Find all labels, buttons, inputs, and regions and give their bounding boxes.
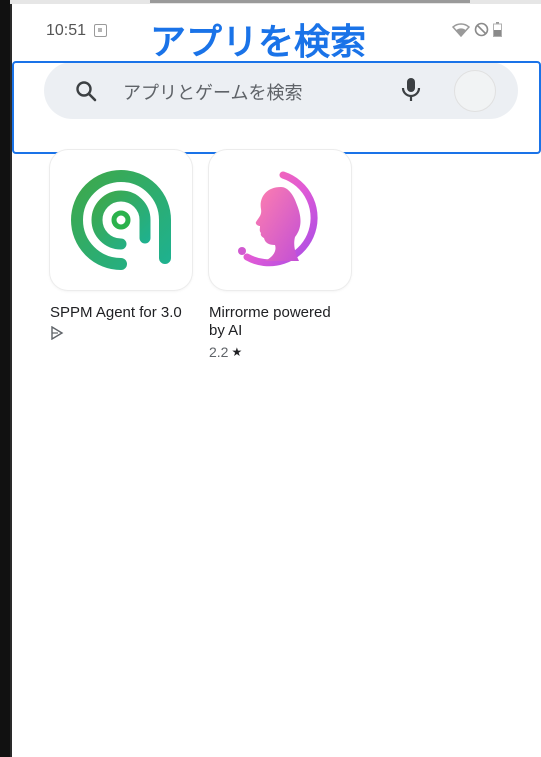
mirrorme-app-icon[interactable]	[209, 150, 351, 290]
app-meta	[50, 326, 196, 340]
notification-icon	[94, 24, 107, 37]
do-not-disturb-icon	[474, 22, 489, 37]
app-meta: 2.2 ★	[209, 344, 355, 360]
status-icons	[452, 22, 502, 37]
app-title: SPPM Agent for 3.0	[50, 304, 182, 321]
mirrorme-logo-icon	[238, 171, 318, 267]
app-title: Mirrorme powered by AI	[209, 304, 331, 339]
app-tile-mirrorme[interactable]: Mirrorme powered by AI 2.2 ★	[209, 150, 355, 360]
sppm-app-icon[interactable]	[50, 150, 192, 290]
battery-icon	[493, 22, 502, 37]
highlight-box	[12, 61, 541, 154]
app-rating: 2.2	[209, 344, 229, 360]
top-edge-shadow	[150, 0, 470, 3]
play-protect-icon	[51, 326, 64, 340]
star-icon: ★	[231, 345, 243, 359]
status-time: 10:51	[46, 22, 87, 39]
device-bezel	[0, 0, 10, 757]
annotation-label: アプリを検索	[150, 22, 367, 63]
wifi-icon	[452, 22, 470, 37]
sppm-logo-icon	[71, 170, 171, 270]
screen: 10:51 アプリを検索 アプリとゲームを検索 SPPM Agent for 3…	[0, 0, 541, 757]
app-tile-sppm[interactable]: SPPM Agent for 3.0	[50, 150, 196, 340]
